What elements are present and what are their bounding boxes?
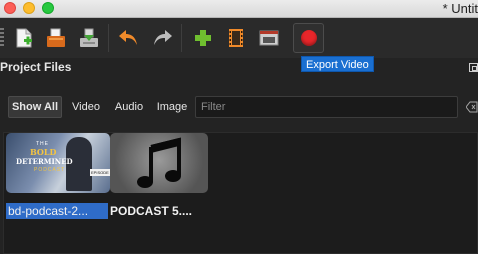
redo-button[interactable] (148, 24, 176, 52)
fullscreen-button[interactable] (255, 24, 283, 52)
fullscreen-icon (259, 30, 279, 46)
window-title: * Untit (442, 1, 478, 16)
zoom-window-button[interactable] (42, 2, 54, 14)
undo-icon (119, 30, 137, 45)
file-item-label: bd-podcast-2... (6, 203, 108, 219)
open-project-button[interactable] (42, 24, 70, 52)
thumb-text-bold: BOLD (30, 147, 57, 157)
open-project-icon (47, 28, 65, 47)
thumb-text-podcast: PODCAST (34, 167, 66, 173)
undo-button[interactable] (115, 24, 143, 52)
export-video-button[interactable] (293, 23, 324, 53)
import-files-button[interactable] (189, 24, 217, 52)
new-project-button[interactable] (10, 24, 38, 52)
export-video-tooltip: Export Video (301, 56, 374, 72)
new-project-icon (16, 28, 32, 48)
video-thumbnail: THE BOLD DETERMINED PODCAST EPISODE (6, 133, 110, 193)
minimize-window-button[interactable] (23, 2, 35, 14)
save-project-button[interactable] (75, 24, 103, 52)
music-note-icon (137, 137, 181, 188)
import-files-icon (195, 30, 211, 46)
toolbar-separator (181, 24, 182, 52)
filter-bar: Show All Video Audio Image (0, 96, 478, 118)
file-item-podcast-video[interactable]: THE BOLD DETERMINED PODCAST EPISODE bd-p… (6, 133, 110, 219)
clear-filter-icon[interactable] (466, 101, 478, 113)
file-item-podcast-audio[interactable]: PODCAST 5.... (110, 133, 208, 219)
main-toolbar (0, 18, 478, 58)
redo-icon (154, 30, 172, 45)
profile-icon (229, 29, 243, 47)
save-project-icon (80, 28, 98, 47)
project-files-title: Project Files (0, 60, 72, 74)
audio-filter-button[interactable]: Audio (110, 96, 148, 118)
video-filter-button[interactable]: Video (66, 96, 106, 118)
toolbar-grip-handle[interactable] (0, 28, 4, 48)
file-item-label: PODCAST 5.... (110, 204, 193, 218)
profile-button[interactable] (222, 24, 250, 52)
title-bar: * Untit (0, 0, 478, 18)
audio-thumbnail (110, 133, 208, 193)
dock-float-icon[interactable] (469, 63, 478, 72)
filter-input[interactable] (195, 96, 458, 118)
thumb-text-episode: EPISODE (90, 169, 110, 176)
thumb-text-determined: DETERMINED (16, 157, 73, 166)
image-filter-button[interactable]: Image (153, 96, 191, 118)
toolbar-separator (108, 24, 109, 52)
project-files-list: THE BOLD DETERMINED PODCAST EPISODE bd-p… (3, 132, 478, 254)
export-video-icon (300, 30, 317, 46)
app-window: * Untit Export Video Project Files Show … (0, 0, 478, 254)
close-window-button[interactable] (4, 2, 16, 14)
show-all-filter-button[interactable]: Show All (8, 96, 62, 118)
